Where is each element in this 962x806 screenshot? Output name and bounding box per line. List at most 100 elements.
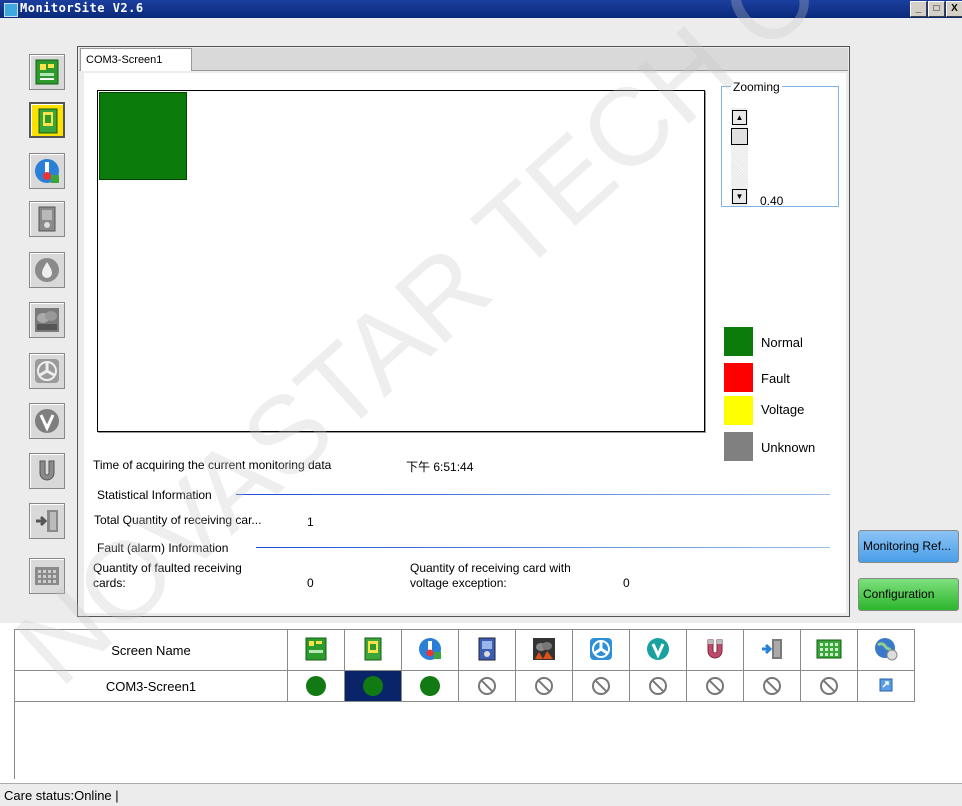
status-receiving-card <box>287 670 345 702</box>
voltage-label-line2: voltage exception: <box>410 576 507 590</box>
toolbar-humidity-button[interactable] <box>29 252 65 288</box>
not-available-icon <box>649 677 667 695</box>
monitoring-refresh-button[interactable]: Monitoring Ref... <box>858 530 959 563</box>
voltage-value: 0 <box>623 576 630 590</box>
status-voltage <box>629 670 687 702</box>
smoke-icon <box>533 637 555 660</box>
col-receiving-card <box>287 629 345 671</box>
toolbar-smoke-button[interactable] <box>29 302 65 338</box>
col-hub-card <box>458 629 516 671</box>
maximize-button[interactable]: □ <box>928 1 945 17</box>
configuration-button[interactable]: Configuration <box>858 578 959 611</box>
voltage-label-line1: Quantity of receiving card with <box>410 561 571 575</box>
minimize-button[interactable]: _ <box>910 1 927 17</box>
stat-header: Statistical Information <box>97 488 212 502</box>
row-screen-name[interactable]: COM3-Screen1 <box>14 670 288 702</box>
screen-layout-frame <box>97 90 705 432</box>
toolbar-module-button[interactable] <box>29 558 65 594</box>
col-smoke <box>515 629 573 671</box>
tab-com3-screen1[interactable]: COM3-Screen1 <box>80 48 192 71</box>
legend-fault-swatch <box>724 363 753 392</box>
humidity-icon <box>35 258 59 282</box>
title-bar: MonitorSite V2.6 _ □ X <box>0 0 962 18</box>
toolbar-hub-card-button[interactable] <box>29 201 65 237</box>
legend-voltage-label: Voltage <box>761 402 805 417</box>
toolbar-magnet-button[interactable] <box>29 453 65 489</box>
faulted-value: 0 <box>307 576 314 590</box>
zoom-up-button[interactable]: ▲ <box>732 110 747 125</box>
legend-normal-label: Normal <box>761 335 803 350</box>
status-ok-icon <box>363 676 383 696</box>
legend-fault-label: Fault <box>761 371 790 386</box>
col-door <box>743 629 801 671</box>
not-available-icon <box>820 677 838 695</box>
toolbar-door-button[interactable] <box>29 503 65 539</box>
receiving-card-icon <box>35 59 59 85</box>
close-button[interactable]: X <box>946 1 962 17</box>
col-monitoring-card <box>344 629 402 671</box>
col-voltage <box>629 629 687 671</box>
zoom-down-button[interactable]: ▼ <box>732 189 747 204</box>
time-value: 下午 6:51:44 <box>406 460 474 474</box>
legend-unknown-label: Unknown <box>761 440 816 455</box>
status-smoke <box>515 670 573 702</box>
col-fan <box>572 629 630 671</box>
fan-icon <box>590 637 612 660</box>
total-value: 1 <box>307 515 314 529</box>
not-available-icon <box>535 677 553 695</box>
col-refresh <box>857 629 915 671</box>
legend-voltage-swatch <box>724 396 753 425</box>
not-available-icon <box>763 677 781 695</box>
toolbar-receiving-card-button[interactable] <box>29 54 65 90</box>
not-available-icon <box>706 677 724 695</box>
time-label: Time of acquiring the current monitoring… <box>93 458 332 472</box>
care-status: Care status:Online | <box>4 788 119 803</box>
module-icon <box>816 639 842 658</box>
zoom-slider-thumb[interactable] <box>731 128 748 145</box>
col-module <box>800 629 858 671</box>
receiving-card-cell[interactable] <box>99 92 187 180</box>
status-magnet <box>686 670 744 702</box>
smoke-icon <box>35 308 59 332</box>
faulted-label-line1: Quantity of faulted receiving <box>93 561 242 575</box>
status-ok-icon <box>420 676 440 696</box>
monitoring-card-icon <box>38 108 58 134</box>
legend-unknown-swatch <box>724 432 753 461</box>
faulted-label-line2: cards: <box>93 576 126 590</box>
status-monitoring-card[interactable] <box>344 670 402 702</box>
status-bar <box>0 783 962 806</box>
door-icon <box>762 638 782 659</box>
door-icon <box>36 510 58 532</box>
zooming-label: Zooming <box>731 80 782 94</box>
screen-status-table: Screen Name COM3-Screen1 <box>14 629 915 702</box>
total-label: Total Quantity of receiving car... <box>94 513 262 527</box>
link-icon <box>879 678 893 691</box>
not-available-icon <box>592 677 610 695</box>
status-door <box>743 670 801 702</box>
status-refresh[interactable] <box>857 670 915 702</box>
stat-divider <box>236 494 830 495</box>
temperature-icon <box>419 637 441 660</box>
magnet-icon <box>39 460 55 481</box>
legend-normal-swatch <box>724 327 753 356</box>
status-hub-card <box>458 670 516 702</box>
refresh-globe-icon <box>875 637 898 660</box>
col-magnet <box>686 629 744 671</box>
status-module <box>800 670 858 702</box>
toolbar-temperature-button[interactable] <box>29 153 65 189</box>
monitoring-card-icon <box>364 637 382 660</box>
module-icon <box>35 567 59 585</box>
window-title: MonitorSite V2.6 <box>20 1 144 15</box>
toolbar-monitoring-card-button[interactable] <box>29 102 65 138</box>
app-icon <box>4 3 18 17</box>
receiving-card-icon <box>305 637 327 660</box>
fault-divider <box>256 547 830 548</box>
magnet-icon <box>707 639 723 658</box>
voltage-icon <box>647 637 669 660</box>
status-fan <box>572 670 630 702</box>
toolbar-voltage-button[interactable] <box>29 403 65 439</box>
toolbar-fan-button[interactable] <box>29 353 65 389</box>
col-temperature <box>401 629 459 671</box>
status-temperature <box>401 670 459 702</box>
not-available-icon <box>478 677 496 695</box>
